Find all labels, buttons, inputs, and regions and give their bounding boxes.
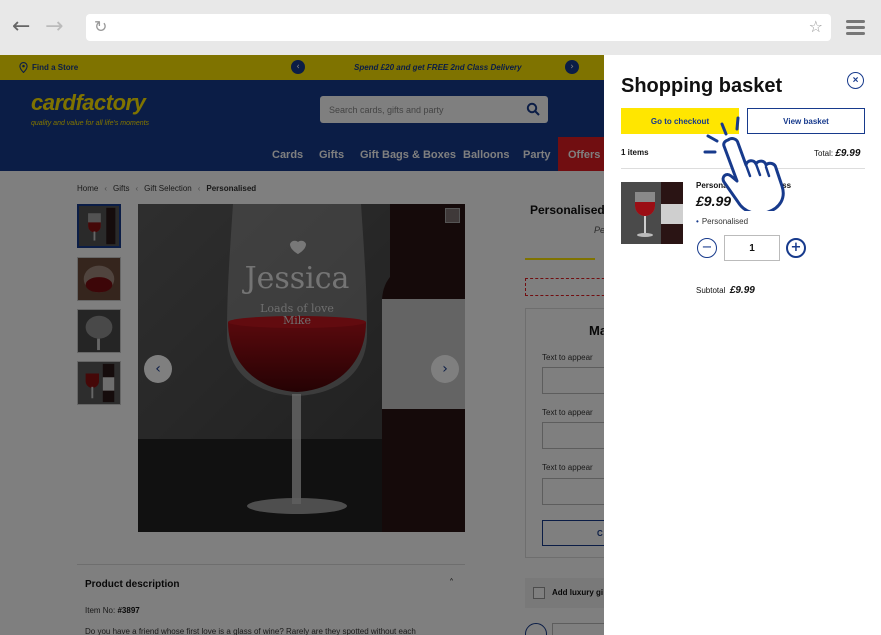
subtotal-label: Subtotal (696, 286, 726, 295)
basket-title: Shopping basket (621, 75, 783, 97)
quantity-decrease-button[interactable]: − (697, 238, 717, 258)
reload-icon[interactable]: ↻ (94, 17, 107, 36)
basket-item-count: 1 items (621, 148, 649, 157)
basket-subtotal: Subtotal £9.99 (696, 285, 755, 296)
pointing-hand-cursor-icon (703, 116, 785, 211)
hamburger-menu-icon[interactable] (846, 20, 865, 35)
quantity-field[interactable] (724, 235, 780, 261)
address-bar[interactable]: ↻ ☆ (86, 14, 831, 41)
close-icon[interactable]: × (847, 72, 864, 89)
star-icon[interactable]: ☆ (809, 17, 823, 36)
arrow-left-icon[interactable]: ← (12, 16, 30, 38)
quantity-increase-button[interactable]: + (786, 238, 806, 258)
basket-item-option: Personalised (696, 217, 748, 226)
arrow-right-icon[interactable]: → (45, 16, 63, 38)
basket-item-image[interactable] (621, 182, 683, 244)
browser-toolbar: ← → ↻ ☆ (0, 0, 881, 55)
total-value: £9.99 (835, 148, 861, 159)
total-label: Total: (814, 149, 834, 158)
subtotal-value: £9.99 (729, 285, 755, 296)
modal-backdrop[interactable] (0, 55, 604, 635)
basket-total: Total: £9.99 (814, 148, 860, 159)
